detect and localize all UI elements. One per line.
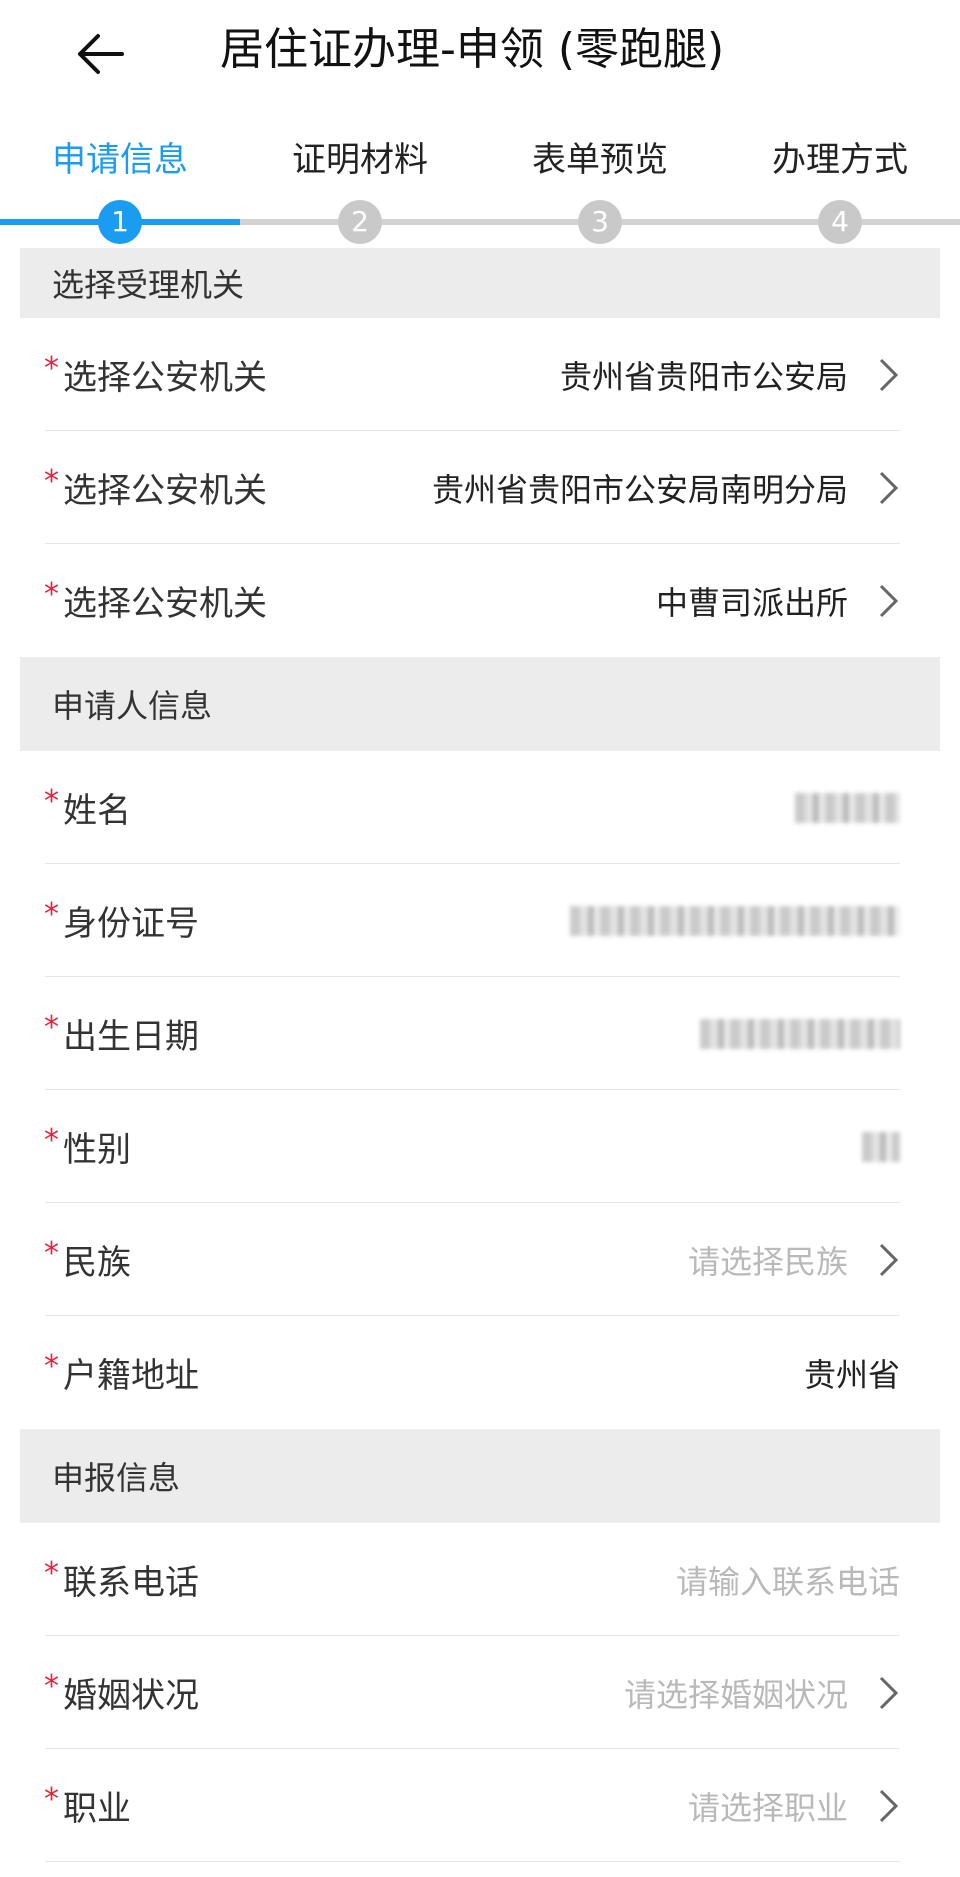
back-button[interactable] [70, 24, 130, 84]
required-mark: * [44, 1782, 59, 1817]
applicant-row-birthdate: * 出生日期 [20, 977, 940, 1090]
chevron-right-icon [879, 584, 899, 617]
required-mark: * [44, 464, 59, 499]
required-mark: * [44, 1236, 59, 1271]
field-label: 选择公安机关 [63, 584, 267, 624]
occupation-select[interactable]: 请选择职业 [688, 1783, 848, 1829]
required-mark: * [44, 577, 59, 612]
step-tab-materials[interactable]: 证明材料 [240, 135, 480, 185]
app-header: 居住证办理-申领 (零跑腿) [0, 0, 960, 100]
applicant-row-household-address: * 户籍地址 贵州省 [20, 1316, 940, 1429]
required-mark: * [44, 1010, 59, 1045]
field-label: 身份证号 [63, 904, 199, 944]
required-mark: * [44, 1349, 59, 1384]
redacted-value [700, 1018, 900, 1049]
arrow-left-icon [78, 34, 124, 74]
step-tab-form-preview[interactable]: 表单预览 [480, 135, 720, 185]
ethnicity-select[interactable]: 请选择民族 [688, 1237, 848, 1283]
required-mark: * [44, 1556, 59, 1591]
form-content: 选择受理机关 * 选择公安机关 贵州省贵阳市公安局 * 选择公安机关 贵州省贵阳… [20, 248, 940, 1862]
agency-row-station[interactable]: * 选择公安机关 中曹司派出所 [20, 544, 940, 657]
chevron-right-icon [879, 1243, 899, 1276]
report-row-occupation[interactable]: * 职业 请选择职业 [20, 1749, 940, 1862]
field-value: 中曹司派出所 [655, 583, 848, 622]
field-value: 贵州省贵阳市公安局南明分局 [431, 470, 848, 509]
section-header-agency: 选择受理机关 [20, 248, 940, 318]
field-value: 贵州省贵阳市公安局 [559, 357, 848, 396]
field-label: 姓名 [63, 791, 131, 831]
applicant-row-id-number: * 身份证号 [20, 864, 940, 977]
applicant-row-name: * 姓名 [20, 751, 940, 864]
section-header-report: 申报信息 [20, 1429, 940, 1523]
step-tabs: 申请信息 证明材料 表单预览 办理方式 [0, 135, 960, 185]
section-header-applicant: 申请人信息 [20, 657, 940, 751]
required-mark: * [44, 897, 59, 932]
agency-row-province[interactable]: * 选择公安机关 贵州省贵阳市公安局 [20, 318, 940, 431]
redacted-value [570, 905, 900, 936]
field-label: 婚姻状况 [63, 1676, 199, 1716]
chevron-right-icon [879, 1676, 899, 1709]
field-label: 联系电话 [63, 1563, 199, 1603]
required-mark: * [44, 784, 59, 819]
page-title: 居住证办理-申领 (零跑腿) [220, 24, 725, 75]
field-value: 贵州省 [803, 1355, 900, 1394]
step-dot-1: 1 [98, 200, 142, 244]
phone-input[interactable]: 请输入联系电话 [676, 1557, 900, 1603]
step-dot-3: 3 [578, 200, 622, 244]
redacted-value [862, 1131, 900, 1162]
report-row-phone[interactable]: * 联系电话 请输入联系电话 [20, 1523, 940, 1636]
required-mark: * [44, 351, 59, 386]
report-row-marital-status[interactable]: * 婚姻状况 请选择婚姻状况 [20, 1636, 940, 1749]
field-label: 民族 [63, 1243, 131, 1283]
chevron-right-icon [879, 358, 899, 391]
required-mark: * [44, 1669, 59, 1704]
marital-status-select[interactable]: 请选择婚姻状况 [624, 1670, 848, 1716]
field-label: 职业 [63, 1789, 131, 1829]
step-tab-apply-info[interactable]: 申请信息 [0, 135, 240, 185]
field-label: 出生日期 [63, 1017, 199, 1057]
field-label: 选择公安机关 [63, 358, 267, 398]
step-dot-4: 4 [818, 200, 862, 244]
applicant-row-ethnicity[interactable]: * 民族 请选择民族 [20, 1203, 940, 1316]
required-mark: * [44, 1123, 59, 1158]
agency-row-district[interactable]: * 选择公安机关 贵州省贵阳市公安局南明分局 [20, 431, 940, 544]
field-label: 户籍地址 [63, 1356, 199, 1396]
redacted-value [795, 792, 900, 823]
step-tab-handling-method[interactable]: 办理方式 [720, 135, 960, 185]
field-label: 选择公安机关 [63, 471, 267, 511]
chevron-right-icon [879, 471, 899, 504]
applicant-row-gender: * 性别 [20, 1090, 940, 1203]
field-label: 性别 [63, 1130, 131, 1170]
step-progress: 1 2 3 4 [0, 200, 960, 244]
step-dot-2: 2 [338, 200, 382, 244]
chevron-right-icon [879, 1789, 899, 1822]
